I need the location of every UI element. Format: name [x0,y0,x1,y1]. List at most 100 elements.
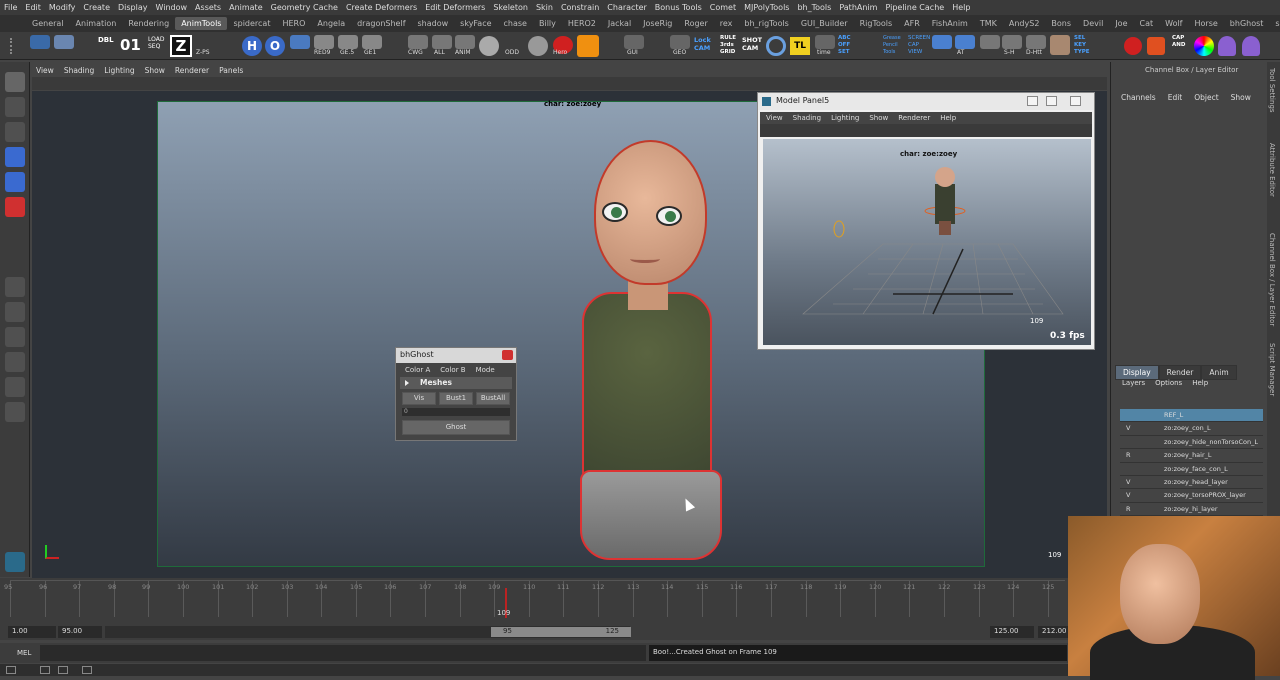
shelf-user-icon[interactable] [1218,36,1236,56]
shelf-anim-icon[interactable] [455,35,475,49]
range-slider-thumb[interactable]: 95 125 [491,627,631,637]
shelf-tab[interactable]: General [26,17,70,30]
shelf-dhtt-icon[interactable] [1026,35,1046,49]
menu-item[interactable]: Create Deformers [346,3,417,12]
shelf-tab[interactable]: Joe [1109,17,1133,30]
shelf-tab[interactable]: chase [498,17,533,30]
layout-four-icon[interactable] [5,302,25,322]
rotate-tool-icon[interactable] [5,172,25,192]
layer-editor-tab[interactable]: Display [1115,365,1159,380]
menu-item[interactable]: bh_Tools [797,3,831,12]
viewport-menu-item[interactable]: Show [145,66,165,75]
shelf-tl-button[interactable]: TL [790,37,810,55]
ghost-slider[interactable]: 0 [402,408,510,416]
shelf-tab[interactable]: shadow [412,17,455,30]
model-panel-menu-item[interactable]: Help [940,114,956,122]
collapse-arrow-icon[interactable] [405,380,409,386]
layer-visibility-toggle[interactable]: V [1126,424,1130,432]
bhghost-menu-item[interactable]: Color B [440,366,465,374]
paint-tool-icon[interactable] [5,122,25,142]
shelf-pacman-icon[interactable] [932,35,952,49]
menu-item[interactable]: Pipeline Cache [885,3,944,12]
shelf-all-icon[interactable] [432,35,452,49]
menu-item[interactable]: Assets [195,3,221,12]
menu-item[interactable]: PathAnim [839,3,877,12]
bust1-button[interactable]: Bust1 [439,392,473,405]
shelf-dbl-button[interactable]: DBL [98,36,114,44]
menu-item[interactable]: Skeleton [493,3,528,12]
layer-row[interactable]: zo:zoey_face_con_L [1120,463,1263,476]
viewport-menu-item[interactable]: Shading [64,66,94,75]
shelf-cwg-icon[interactable] [408,35,428,49]
menu-item[interactable]: Window [156,3,188,12]
menu-item[interactable]: Bonus Tools [655,3,702,12]
meshes-section[interactable]: Meshes [400,377,512,389]
model-panel-menu-item[interactable]: Lighting [831,114,859,122]
shelf-tab[interactable]: Roger [678,17,713,30]
shelf-ge1-icon[interactable] [362,35,382,49]
shelf-tool-icon[interactable] [290,35,310,49]
shelf-shotcam-button[interactable]: SHOT CAM [742,36,764,52]
shelf-tab[interactable]: Jackal [602,17,637,30]
shelf-tab[interactable]: Bons [1045,17,1077,30]
menu-item[interactable]: Edit [25,3,41,12]
layer-visibility-toggle[interactable]: R [1126,505,1131,513]
menu-item[interactable]: Help [952,3,970,12]
shelf-ge5-icon[interactable] [338,35,358,49]
shelf-tab[interactable]: Wolf [1159,17,1188,30]
shelf-tab[interactable]: bhGhost [1224,17,1270,30]
shelf-geo-icon[interactable] [670,35,690,49]
end-time-field[interactable]: 212.00 [1038,626,1068,638]
menu-item[interactable]: Animate [229,3,263,12]
shelf-screencap-button[interactable]: SCREEN CAP VIEW [908,35,930,56]
shelf-tab[interactable]: AnimTools [175,17,228,30]
minimize-button[interactable] [1027,96,1038,106]
shelf-01-button[interactable]: 01 [120,36,141,54]
menu-item[interactable]: Create [83,3,110,12]
shelf-tab[interactable]: Angela [311,17,351,30]
layer-row[interactable]: Rzo:zoey_hi_layer [1120,503,1263,517]
range-start-field[interactable]: 95.00 [58,626,102,638]
layer-row[interactable]: Rzo:zoey_hair_L [1120,449,1263,463]
range-end-field[interactable]: 125.00 [990,626,1034,638]
side-tab[interactable]: Tool Settings [1268,68,1276,113]
shelf-figure-icon[interactable] [1147,37,1165,55]
shelf-tab[interactable]: RigTools [854,17,899,30]
shelf-tab[interactable]: HERO [276,17,311,30]
character-torso[interactable] [582,292,712,492]
layer-editor-menu-item[interactable]: Layers [1122,379,1145,387]
shelf-red9-icon[interactable] [314,35,334,49]
shelf-tab[interactable]: Animation [70,17,123,30]
shelf-tool-icon[interactable] [54,35,74,49]
shelf-tab[interactable]: FishAnim [926,17,974,30]
shelf-rulegrid-button[interactable]: RULE 3rds GRID [720,35,740,56]
move-tool-icon[interactable] [5,147,25,167]
shelf-tab[interactable]: Billy [533,17,562,30]
menu-item[interactable]: Constrain [561,3,599,12]
layer-visibility-toggle[interactable]: V [1126,478,1130,486]
shelf-z-button[interactable]: Z [170,35,192,57]
side-tab[interactable]: Script Manager [1268,343,1276,396]
shelf-tab[interactable]: TMK [974,17,1003,30]
bhghost-menu-item[interactable]: Color A [405,366,430,374]
window-icon[interactable] [58,666,68,674]
close-icon[interactable] [502,350,513,360]
layer-row[interactable]: Vzo:zoey_head_layer [1120,476,1263,490]
layout-split-icon[interactable] [5,327,25,347]
model-panel-menu-item[interactable]: Renderer [898,114,930,122]
mel-label[interactable]: MEL [17,649,31,657]
layout-single-icon[interactable] [5,277,25,297]
channel-box-menu-item[interactable]: Edit [1168,93,1183,102]
viewport-menu-item[interactable]: Renderer [175,66,209,75]
viewport-menu-item[interactable]: View [36,66,54,75]
shelf-tab[interactable]: soup [1269,17,1280,30]
shelf-tab[interactable]: dragonShelf [351,17,411,30]
character-shorts[interactable] [580,470,722,560]
menu-item[interactable]: File [4,3,17,12]
shelf-tab[interactable]: Cat [1134,17,1160,30]
side-tab[interactable]: Channel Box / Layer Editor [1268,233,1276,326]
shelf-tab[interactable]: Devil [1077,17,1109,30]
lasso-tool-icon[interactable] [5,97,25,117]
shelf-tab[interactable]: HERO2 [562,17,602,30]
start-time-field[interactable]: 1.00 [8,626,56,638]
